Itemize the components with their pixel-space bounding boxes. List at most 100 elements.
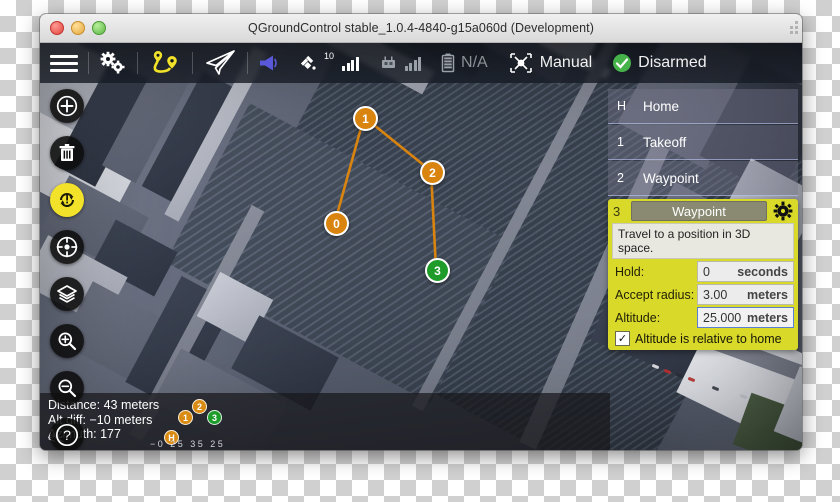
fly-button[interactable] [193,43,247,83]
preferences-button[interactable] [89,43,137,83]
zoom-button[interactable] [92,21,106,35]
trash-icon [59,144,75,161]
battery-status[interactable]: N/A [431,43,498,83]
screenshot-stage: QGroundControl stable_1.0.4-4840-g15a060… [0,0,840,502]
zoom-in-button[interactable] [50,324,84,358]
altitude-tick-labels: −0 25 35 25 [150,439,226,449]
mission-item-index: 1 [617,135,624,149]
transmitter-icon [381,56,395,68]
rc-signal-bars [404,55,422,71]
mission-item-index: 2 [617,171,624,185]
field-value: 3.00 [703,287,728,302]
layers-icon [57,285,77,303]
window-title-bar: QGroundControl stable_1.0.4-4840-g15a060… [40,14,802,43]
arm-status[interactable]: Disarmed [602,43,716,83]
hold-input[interactable]: 0 seconds [697,261,794,282]
delete-waypoint-button[interactable] [50,136,84,170]
waypoint-field-hold: Hold: 0 seconds [612,261,794,282]
mission-item-home[interactable]: H Home [608,89,798,124]
rc-status[interactable] [369,43,432,83]
quadcopter-icon [509,53,532,73]
mission-item-label: Waypoint [643,170,699,186]
profile-marker-3: 3 [207,410,222,425]
mission-item-list: H Home 1 Takeoff 2 Waypoint 3 Waypoint T… [608,89,798,350]
crosshair-icon [56,236,78,258]
mission-item-takeoff[interactable]: 1 Takeoff [608,125,798,160]
hamburger-icon [50,54,78,72]
sync-icon [59,193,75,207]
minimize-button[interactable] [71,21,85,35]
megaphone-icon [260,55,277,71]
satellite-icon [300,55,316,70]
map-layers-button[interactable] [50,277,84,311]
field-value: 0 [703,264,710,279]
add-waypoint-button[interactable] [50,89,84,123]
waypoint-description: Travel to a position in 3D space. [612,223,794,259]
gears-icon [100,51,125,74]
waypoint-index: 3 [613,203,621,219]
gear-icon[interactable] [773,201,793,221]
menu-button[interactable] [40,43,88,83]
plan-button[interactable] [138,43,192,83]
gps-satellite-count: 10 [324,51,335,61]
paper-plane-icon [206,50,235,75]
arm-state-label: Disarmed [638,54,707,71]
sync-mission-button[interactable] [50,183,84,217]
waypoint-editor-body: Travel to a position in 3D space. Hold: … [612,223,794,346]
altitude-input[interactable]: 25.000 meters [697,307,794,328]
altitude-relative-checkbox[interactable]: ✓ [615,331,630,346]
svg-text:?: ? [63,427,71,443]
question-icon: ? [55,423,79,447]
mission-item-label: Home [643,98,680,114]
waypoint-marker-2[interactable]: 2 [420,160,445,185]
waypoint-field-altitude: Altitude: 25.000 meters [612,307,794,328]
plus-icon [56,95,78,117]
waypoint-marker-3[interactable]: 3 [425,258,450,283]
profile-marker-2: 2 [192,399,207,414]
mission-status-overlay: Distance: 43 meters Alt diff: −10 meters… [40,393,610,450]
magnifier-plus-icon [58,332,77,351]
waypoint-marker-1[interactable]: 1 [353,106,378,131]
altitude-relative-label: Altitude is relative to home [635,331,782,346]
mission-item-label: Takeoff [643,134,687,150]
field-value: 25.000 [703,310,742,325]
client-area: 0 1 2 3 10 N/A Manual Disarmed ? H Home … [40,43,802,450]
gps-signal-bars [342,55,359,71]
accept-radius-input[interactable]: 3.00 meters [697,284,794,305]
field-unit: seconds [737,264,788,279]
waypoint-route-icon [153,51,177,73]
magnifier-minus-icon [58,379,77,398]
field-unit: meters [747,287,788,302]
field-label: Altitude: [615,310,661,325]
waypoint-editor-card: 3 Waypoint Travel to a position in 3D sp… [608,199,798,350]
help-button[interactable]: ? [50,418,84,450]
check-circle-icon [613,54,632,72]
center-map-button[interactable] [50,230,84,264]
resize-grip-icon[interactable] [785,21,798,34]
mission-item-waypoint-2[interactable]: 2 Waypoint [608,161,798,196]
application-window: QGroundControl stable_1.0.4-4840-g15a060… [40,14,802,450]
map-tool-column: ? [50,89,84,450]
top-toolbar: 10 N/A Manual Disarmed [40,43,802,83]
waypoint-type-select[interactable]: Waypoint [631,201,767,221]
field-label: Hold: [615,264,645,279]
waypoint-marker-0[interactable]: 0 [324,211,349,236]
waypoint-field-accept-radius: Accept radius: 3.00 meters [612,284,794,305]
gps-status[interactable]: 10 [290,43,369,83]
battery-value: N/A [461,54,488,71]
window-controls [50,21,106,35]
field-label: Accept radius: [615,287,695,302]
flight-mode-label: Manual [539,54,593,71]
waypoint-editor-header: 3 Waypoint [608,199,798,223]
window-title: QGroundControl stable_1.0.4-4840-g15a060… [248,21,594,35]
field-unit: meters [747,310,788,325]
close-button[interactable] [50,21,64,35]
flight-mode-selector[interactable]: Manual [498,43,602,83]
battery-icon [441,53,455,73]
profile-marker-1: 1 [178,410,193,425]
messages-button[interactable] [248,43,290,83]
altitude-relative-checkbox-row[interactable]: ✓ Altitude is relative to home [615,331,794,346]
mission-item-index: H [617,99,627,113]
altitude-profile: 1 2 3 H −0 25 35 25 [150,393,280,450]
zoom-out-button[interactable] [50,371,84,405]
